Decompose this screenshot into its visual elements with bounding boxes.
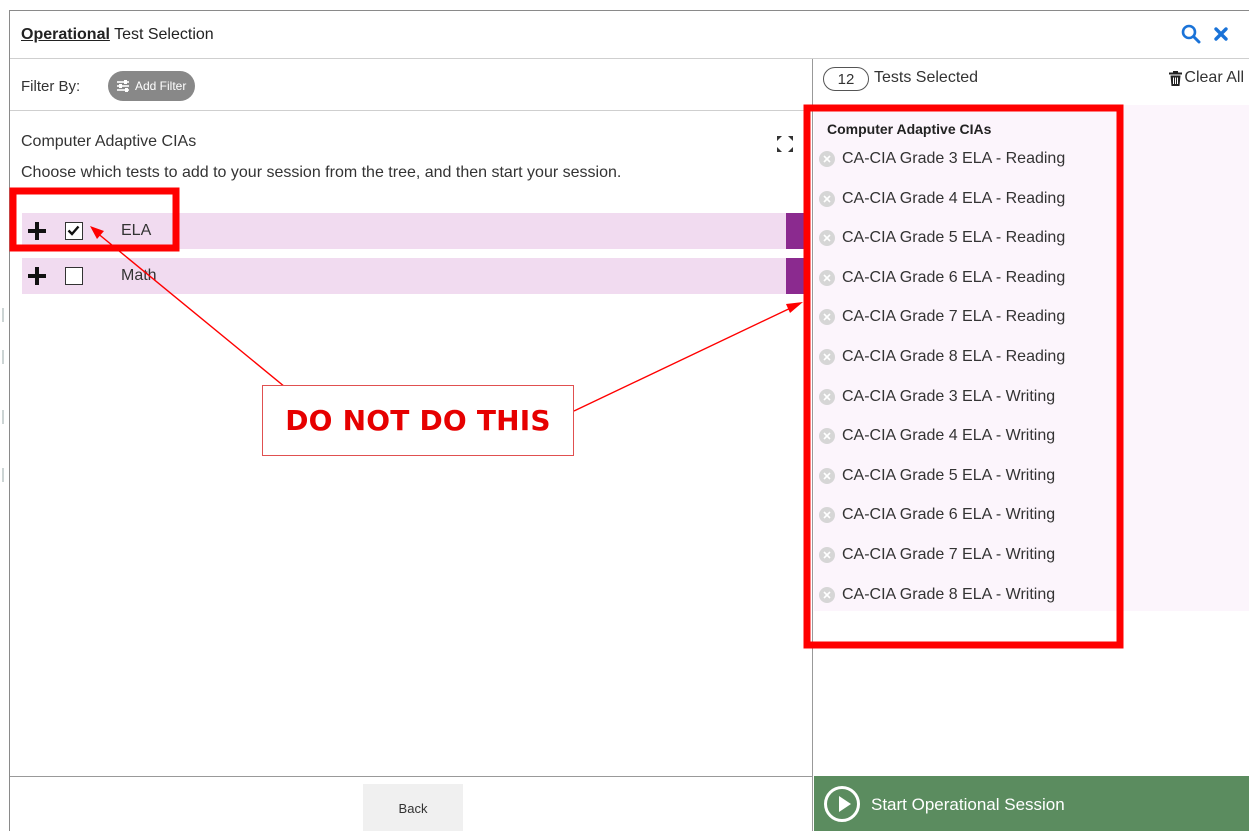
tree-instructions: Choose which tests to add to your sessio… [21, 164, 622, 181]
background-fragment [2, 308, 7, 322]
selected-test-label: CA-CIA Grade 4 ELA - Reading [842, 189, 1066, 207]
clear-all-button[interactable]: Clear All [1169, 69, 1244, 87]
expand-plus-icon[interactable] [28, 222, 46, 240]
modal-title-rest: Test Selection [109, 26, 214, 43]
selected-tests-list: Computer Adaptive CIAs CA-CIA Grade 3 EL… [814, 105, 1249, 611]
remove-test-icon[interactable] [819, 151, 835, 167]
selected-test-item: CA-CIA Grade 8 ELA - Reading [819, 345, 1065, 369]
selected-test-label: CA-CIA Grade 4 ELA - Writing [842, 427, 1056, 445]
play-icon [824, 786, 860, 822]
selected-test-item: CA-CIA Grade 5 ELA - Reading [819, 226, 1065, 250]
start-session-button[interactable]: Start Operational Session [814, 776, 1249, 831]
selected-test-item: CA-CIA Grade 3 ELA - Reading [819, 147, 1065, 171]
remove-test-icon[interactable] [819, 309, 835, 326]
selected-test-item: CA-CIA Grade 8 ELA - Writing [819, 583, 1055, 607]
selected-test-item: CA-CIA Grade 5 ELA - Writing [819, 464, 1055, 488]
remove-test-icon[interactable] [819, 190, 835, 207]
remove-test-icon[interactable] [819, 507, 835, 524]
selected-test-label: CA-CIA Grade 5 ELA - Reading [842, 229, 1066, 247]
selected-test-item: CA-CIA Grade 6 ELA - Writing [819, 503, 1055, 527]
tree-row-end-marker [786, 213, 809, 249]
tree-row-end-marker [786, 258, 809, 294]
selected-test-label: CA-CIA Grade 6 ELA - Writing [842, 506, 1056, 524]
selected-test-item: CA-CIA Grade 7 ELA - Reading [819, 305, 1065, 329]
page-background-left [0, 10, 9, 831]
remove-test-icon[interactable] [819, 230, 835, 247]
remove-test-icon[interactable] [819, 349, 835, 365]
annotation-callout: DO NOT DO THIS [262, 385, 574, 456]
remove-test-icon[interactable] [819, 388, 835, 405]
tree-row-ela: ELA [22, 213, 809, 249]
annotation-callout-text: DO NOT DO THIS [285, 404, 551, 437]
expand-plus-icon[interactable] [28, 267, 46, 285]
back-button[interactable]: Back [363, 784, 463, 831]
selected-test-label: CA-CIA Grade 6 ELA - Reading [842, 268, 1066, 286]
background-fragment [2, 410, 7, 424]
ela-checkbox[interactable] [65, 222, 83, 240]
selected-test-item: CA-CIA Grade 3 ELA - Writing [819, 385, 1055, 409]
selected-test-label: CA-CIA Grade 8 ELA - Writing [842, 585, 1056, 603]
math-checkbox[interactable] [65, 267, 83, 285]
remove-test-icon[interactable] [819, 269, 835, 286]
selected-test-item: CA-CIA Grade 7 ELA - Writing [819, 543, 1055, 567]
sliders-icon [117, 80, 129, 92]
test-selection-modal: Operational Test Selection Filter By: Ad… [9, 10, 1249, 831]
selected-test-label: CA-CIA Grade 7 ELA - Writing [842, 546, 1056, 563]
selected-test-label: CA-CIA Grade 3 ELA - Writing [842, 387, 1056, 405]
selected-test-item: CA-CIA Grade 6 ELA - Reading [819, 266, 1065, 290]
selected-test-label: CA-CIA Grade 7 ELA - Reading [842, 308, 1066, 326]
page-background-top [0, 0, 1249, 10]
tree-row-label: Math [121, 267, 157, 284]
selected-count-label: Tests Selected [874, 69, 979, 86]
selected-count-badge: 12 [823, 67, 869, 91]
modal-title-emphasis: Operational [21, 26, 110, 43]
filter-bar: Filter By: Add Filter [10, 59, 812, 111]
background-fragment [2, 350, 7, 364]
add-filter-label: Add Filter [135, 79, 187, 93]
add-filter-button[interactable]: Add Filter [108, 71, 196, 101]
expand-icon[interactable] [776, 135, 794, 153]
modal-header: Operational Test Selection [10, 11, 1249, 59]
tree-row-math: Math [22, 258, 809, 294]
checkmark-icon [67, 225, 80, 236]
tree-row-label: ELA [121, 222, 152, 239]
tree-section-title: Computer Adaptive CIAs [21, 133, 197, 150]
remove-test-icon[interactable] [819, 547, 835, 563]
start-session-label: Start Operational Session [871, 795, 1065, 814]
remove-test-icon[interactable] [819, 428, 835, 445]
selected-test-label: CA-CIA Grade 5 ELA - Writing [842, 466, 1056, 484]
selected-test-item: CA-CIA Grade 4 ELA - Writing [819, 424, 1055, 448]
filter-label: Filter By: [21, 78, 81, 95]
clear-all-label: Clear All [1184, 69, 1244, 86]
remove-test-icon[interactable] [819, 467, 835, 484]
selected-test-label: CA-CIA Grade 3 ELA - Reading [842, 150, 1066, 167]
modal-title: Operational Test Selection [21, 26, 214, 44]
search-icon[interactable] [1180, 23, 1202, 45]
background-fragment [2, 468, 7, 482]
selected-group-title: Computer Adaptive CIAs [827, 121, 992, 137]
selected-test-label: CA-CIA Grade 8 ELA - Reading [842, 348, 1066, 365]
trash-icon [1169, 70, 1183, 86]
footer-left: Back [10, 776, 813, 831]
selected-count-bar: 12 Tests Selected Clear All [814, 59, 1249, 105]
close-icon[interactable] [1210, 23, 1232, 45]
selected-tests-panel: 12 Tests Selected Clear All Computer Ada… [814, 59, 1249, 776]
selected-test-item: CA-CIA Grade 4 ELA - Reading [819, 187, 1065, 211]
remove-test-icon[interactable] [819, 586, 835, 603]
